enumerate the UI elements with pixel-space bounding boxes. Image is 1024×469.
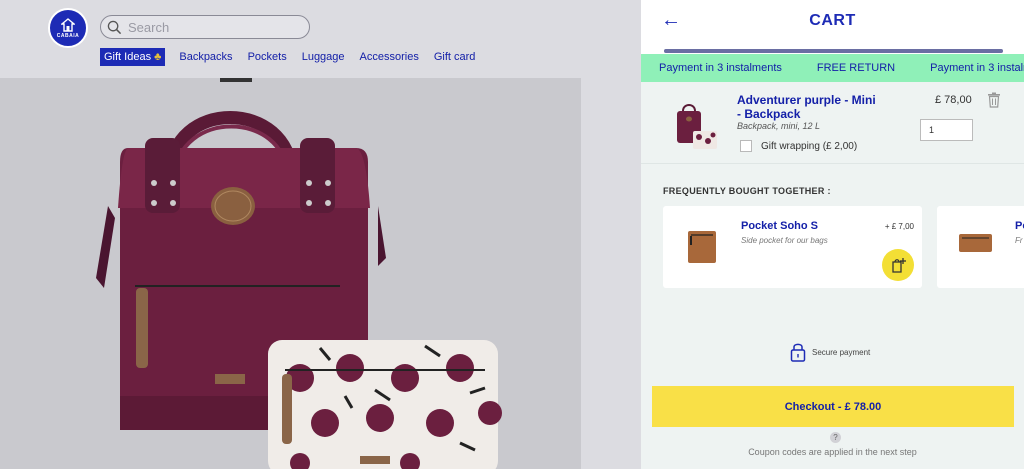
cart-drawer: ← CART Payment in 3 instalments FREE RET… [641,0,1024,469]
cart-item: Adventurer purple - Mini - Backpack Back… [641,82,1024,164]
trash-icon[interactable] [987,92,1001,108]
suggestion-desc: Side pocket for our bags [741,236,828,245]
nav-luggage[interactable]: Luggage [302,51,345,63]
search-input[interactable] [128,19,298,35]
cart-header: ← CART [641,0,1024,54]
secure-payment-note: Secure payment [790,342,870,362]
help-icon[interactable]: ? [830,432,841,443]
nav-backpacks[interactable]: Backpacks [179,51,232,63]
suggestion-card[interactable]: Pocket Soho S Side pocket for our bags +… [663,206,922,288]
suggestion-name[interactable]: Po [1015,220,1024,232]
fbt-title: FREQUENTLY BOUGHT TOGETHER : [663,186,831,196]
gift-wrap-label: Gift wrapping (£ 2,00) [761,140,858,152]
nav-accessories[interactable]: Accessories [360,51,419,63]
product-image [0,78,581,469]
nav-gift-card[interactable]: Gift card [434,51,476,63]
add-to-cart-button[interactable] [882,249,914,281]
frequently-bought-section: FREQUENTLY BOUGHT TOGETHER : Pocket Soho… [641,164,1024,294]
store-header: CABAIA Gift Ideas ♣ Backpacks Pockets Lu… [0,0,641,78]
search-box[interactable] [100,15,310,39]
banner-instalments-2: Payment in 3 instalmer [930,62,1024,74]
backpack-and-pocket-image [96,78,502,469]
banner-free-return: FREE RETURN [816,62,896,74]
cart-progress-bar [664,49,1003,53]
lock-icon [790,343,806,362]
secure-payment-label: Secure payment [812,347,871,357]
page-gutter [581,78,641,469]
house-icon [61,17,75,32]
add-to-bag-icon [892,258,906,273]
coupon-note: Coupon codes are applied in the next ste… [748,447,917,457]
pocket-thumbnail [959,234,992,252]
gift-wrap-option[interactable]: Gift wrapping (£ 2,00) [740,140,857,152]
item-price: £ 78,00 [935,94,972,106]
item-thumbnail[interactable] [669,103,719,151]
logo-text: CABAIA [56,32,80,39]
promo-banner: Payment in 3 instalments FREE RETURN Pay… [641,54,1024,82]
suggestion-price: + £ 7,00 [884,222,914,231]
pocket-thumbnail [688,231,716,263]
item-variant: Backpack, mini, 12 L [737,121,821,131]
suggestion-name[interactable]: Pocket Soho S [741,220,818,232]
item-name[interactable]: Adventurer purple - Mini - Backpack [737,93,877,121]
nav-pockets[interactable]: Pockets [248,51,287,63]
checkout-button[interactable]: Checkout - £ 78.00 [652,386,1014,427]
search-icon [107,20,122,34]
suggestion-desc: Fr [1015,236,1023,245]
gift-wrap-checkbox[interactable] [740,140,752,152]
quantity-input[interactable] [920,119,973,141]
brand-logo[interactable]: CABAIA [48,8,88,48]
main-nav: Gift Ideas ♣ Backpacks Pockets Luggage A… [100,48,490,66]
christmas-tree-icon: ♣ [154,51,162,63]
suggestion-card[interactable]: Po Fr [937,206,1024,288]
storefront: CABAIA Gift Ideas ♣ Backpacks Pockets Lu… [0,0,641,469]
nav-gift-ideas-label: Gift Ideas [104,51,152,63]
cart-title: CART [809,12,856,29]
nav-gift-ideas[interactable]: Gift Ideas ♣ [100,48,166,66]
banner-instalments: Payment in 3 instalments [659,62,782,74]
